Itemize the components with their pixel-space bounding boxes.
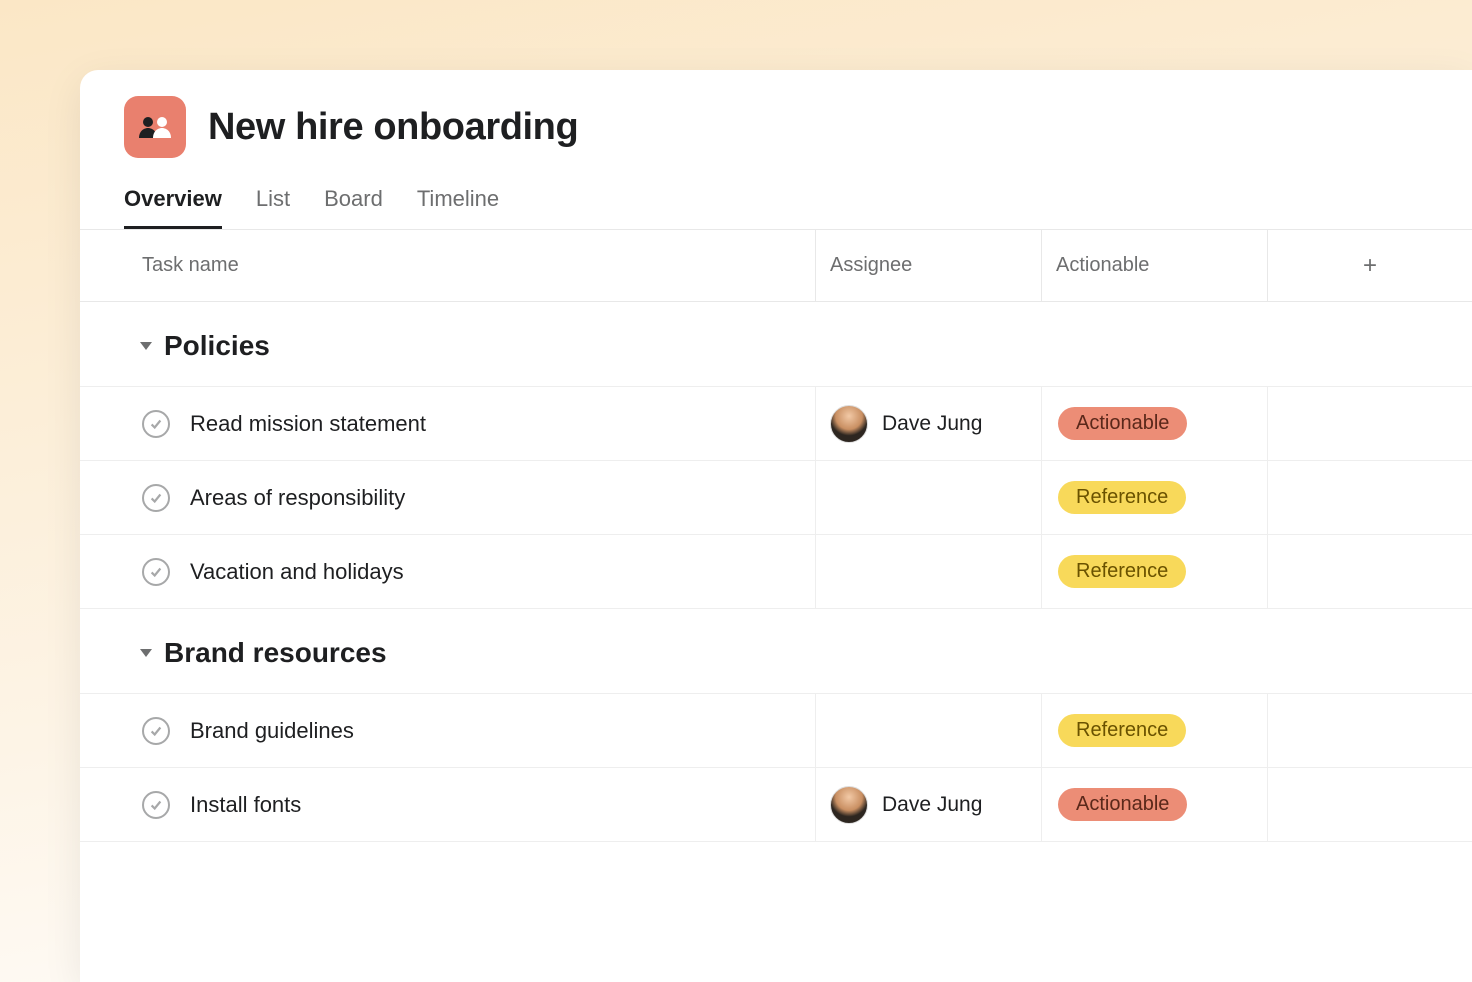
tag-actionable[interactable]: Actionable bbox=[1058, 407, 1187, 440]
task-name: Brand guidelines bbox=[190, 718, 354, 744]
caret-down-icon[interactable] bbox=[140, 342, 152, 350]
complete-task-button[interactable] bbox=[142, 410, 170, 438]
column-headers: Task name Assignee Actionable + bbox=[80, 230, 1472, 302]
task-row[interactable]: Areas of responsibility Reference bbox=[80, 461, 1472, 535]
people-icon bbox=[138, 115, 172, 139]
task-row[interactable]: Read mission statement Dave Jung Actionab… bbox=[80, 387, 1472, 461]
task-name: Vacation and holidays bbox=[190, 559, 404, 585]
tag-cell[interactable]: Reference bbox=[1042, 461, 1268, 534]
tag-reference[interactable]: Reference bbox=[1058, 714, 1186, 747]
column-header-task: Task name bbox=[80, 230, 816, 301]
assignee-name: Dave Jung bbox=[882, 793, 982, 817]
tag-reference[interactable]: Reference bbox=[1058, 555, 1186, 588]
tag-actionable[interactable]: Actionable bbox=[1058, 788, 1187, 821]
task-cell[interactable]: Vacation and holidays bbox=[80, 535, 816, 608]
task-name: Read mission statement bbox=[190, 411, 426, 437]
task-row[interactable]: Install fonts Dave Jung Actionable bbox=[80, 768, 1472, 842]
task-cell[interactable]: Install fonts bbox=[80, 768, 816, 841]
assignee-cell[interactable] bbox=[816, 461, 1042, 534]
section-title: Policies bbox=[164, 330, 270, 362]
assignee-cell[interactable]: Dave Jung bbox=[816, 387, 1042, 460]
tag-cell[interactable]: Reference bbox=[1042, 694, 1268, 767]
section-title: Brand resources bbox=[164, 637, 387, 669]
complete-task-button[interactable] bbox=[142, 791, 170, 819]
task-cell[interactable]: Brand guidelines bbox=[80, 694, 816, 767]
column-header-actionable: Actionable bbox=[1042, 230, 1268, 301]
section-header[interactable]: Brand resources bbox=[80, 609, 1472, 694]
tag-cell[interactable]: Actionable bbox=[1042, 387, 1268, 460]
task-cell[interactable]: Areas of responsibility bbox=[80, 461, 816, 534]
column-header-assignee: Assignee bbox=[816, 230, 1042, 301]
assignee-cell[interactable]: Dave Jung bbox=[816, 768, 1042, 841]
task-cell[interactable]: Read mission statement bbox=[80, 387, 816, 460]
project-title: New hire onboarding bbox=[208, 106, 578, 149]
task-name: Areas of responsibility bbox=[190, 485, 405, 511]
empty-cell bbox=[1268, 694, 1472, 767]
assignee-avatar bbox=[830, 786, 868, 824]
tab-board[interactable]: Board bbox=[324, 186, 383, 229]
empty-cell bbox=[1268, 387, 1472, 460]
section-header[interactable]: Policies bbox=[80, 302, 1472, 387]
tag-cell[interactable]: Reference bbox=[1042, 535, 1268, 608]
caret-down-icon[interactable] bbox=[140, 649, 152, 657]
tag-reference[interactable]: Reference bbox=[1058, 481, 1186, 514]
complete-task-button[interactable] bbox=[142, 717, 170, 745]
task-row[interactable]: Vacation and holidays Reference bbox=[80, 535, 1472, 609]
task-name: Install fonts bbox=[190, 792, 301, 818]
tab-timeline[interactable]: Timeline bbox=[417, 186, 499, 229]
assignee-name: Dave Jung bbox=[882, 412, 982, 436]
empty-cell bbox=[1268, 461, 1472, 534]
task-row[interactable]: Brand guidelines Reference bbox=[80, 694, 1472, 768]
app-window: New hire onboarding Overview List Board … bbox=[80, 70, 1472, 982]
tabs: Overview List Board Timeline bbox=[124, 186, 1428, 229]
empty-cell bbox=[1268, 535, 1472, 608]
project-header: New hire onboarding Overview List Board … bbox=[80, 70, 1472, 229]
complete-task-button[interactable] bbox=[142, 558, 170, 586]
assignee-cell[interactable] bbox=[816, 535, 1042, 608]
tab-list[interactable]: List bbox=[256, 186, 290, 229]
tag-cell[interactable]: Actionable bbox=[1042, 768, 1268, 841]
tab-overview[interactable]: Overview bbox=[124, 186, 222, 229]
add-column-button[interactable]: + bbox=[1268, 252, 1472, 280]
empty-cell bbox=[1268, 768, 1472, 841]
complete-task-button[interactable] bbox=[142, 484, 170, 512]
assignee-cell[interactable] bbox=[816, 694, 1042, 767]
assignee-avatar bbox=[830, 405, 868, 443]
task-grid: Task name Assignee Actionable + Policies… bbox=[80, 229, 1472, 842]
project-icon bbox=[124, 96, 186, 158]
